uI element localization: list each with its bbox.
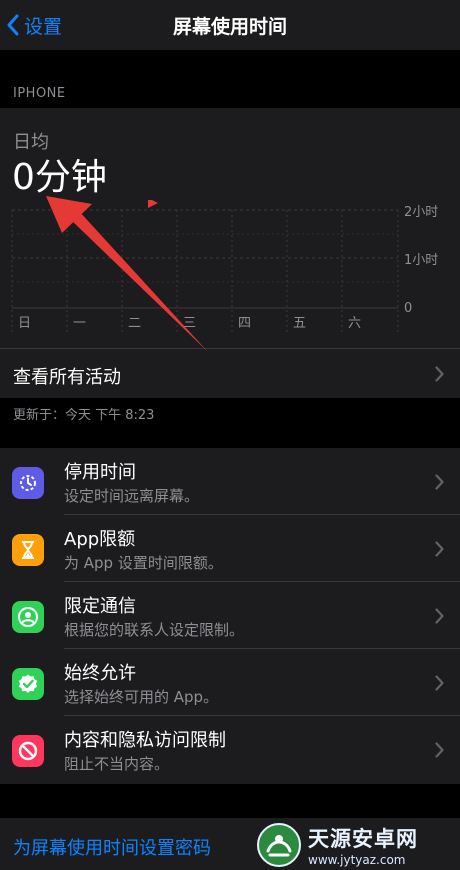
contact-icon <box>12 601 44 633</box>
day-label: 一 <box>73 316 86 331</box>
watermark-logo-icon <box>257 823 301 867</box>
downtime-row[interactable]: 停用时间 设定时间远离屏幕。 <box>0 448 460 515</box>
usage-chart: 2小时 1小时 0 日 一 二 三 四 五 六 <box>11 200 438 332</box>
chevron-right-icon <box>435 741 444 758</box>
y-label-2h: 2小时 <box>404 205 438 220</box>
hourglass-icon <box>12 534 44 566</box>
page-title: 屏幕使用时间 <box>172 16 287 38</box>
day-label: 三 <box>183 316 196 331</box>
downtime-subtitle: 设定时间远离屏幕。 <box>64 487 200 505</box>
usage-summary-card[interactable]: 日均 0分钟 2小时 1小时 0 日一二三四五六 查看所有活动 <box>0 108 460 398</box>
navigation-bar: 设置 屏幕使用时间 <box>0 0 460 50</box>
chevron-right-icon <box>435 607 444 624</box>
always-allowed-subtitle: 选择始终可用的 App。 <box>64 688 219 706</box>
restriction-icon <box>12 735 44 767</box>
settings-list: 停用时间 设定时间远离屏幕。 App限额 为 App 设置时间限额。 限定通信 … <box>0 448 460 784</box>
content-privacy-row[interactable]: 内容和隐私访问限制 阻止不当内容。 <box>0 716 460 783</box>
chevron-right-icon <box>435 540 444 557</box>
see-all-activity-row[interactable]: 查看所有活动 <box>0 348 460 398</box>
last-updated-text: 更新于：今天 下午 8:23 <box>13 408 155 423</box>
section-header: IPHONE <box>13 86 66 101</box>
chevron-right-icon <box>435 365 444 382</box>
chevron-right-icon <box>435 473 444 490</box>
content-privacy-subtitle: 阻止不当内容。 <box>64 755 170 773</box>
see-all-activity-label: 查看所有活动 <box>13 367 121 388</box>
communication-limits-title: 限定通信 <box>64 596 136 617</box>
communication-limits-row[interactable]: 限定通信 根据您的联系人设定限制。 <box>0 582 460 649</box>
app-limits-subtitle: 为 App 设置时间限额。 <box>64 554 223 572</box>
chevron-right-icon <box>435 674 444 691</box>
app-limits-title: App限额 <box>64 529 136 550</box>
y-label-0: 0 <box>404 301 412 316</box>
watermark: 天源安卓网 www.jytyaz.com <box>256 820 460 870</box>
watermark-url: www.jytyaz.com <box>308 853 406 867</box>
set-passcode-link[interactable]: 为屏幕使用时间设置密码 <box>13 834 211 860</box>
downtime-icon <box>12 467 44 499</box>
day-label: 五 <box>293 316 306 331</box>
content-privacy-title: 内容和隐私访问限制 <box>64 730 226 751</box>
always-allowed-title: 始终允许 <box>64 663 136 684</box>
day-label: 日 <box>18 316 31 331</box>
daily-average-value: 0分钟 <box>12 157 107 198</box>
day-label: 六 <box>348 316 361 331</box>
communication-limits-subtitle: 根据您的联系人设定限制。 <box>64 621 245 639</box>
day-label: 二 <box>128 316 141 331</box>
app-limits-row[interactable]: App限额 为 App 设置时间限额。 <box>0 515 460 582</box>
y-label-1h: 1小时 <box>404 253 438 268</box>
day-label: 四 <box>238 316 251 331</box>
watermark-name: 天源安卓网 <box>308 827 418 851</box>
always-allowed-row[interactable]: 始终允许 选择始终可用的 App。 <box>0 649 460 716</box>
downtime-title: 停用时间 <box>64 462 136 483</box>
checkmark-icon <box>12 668 44 700</box>
